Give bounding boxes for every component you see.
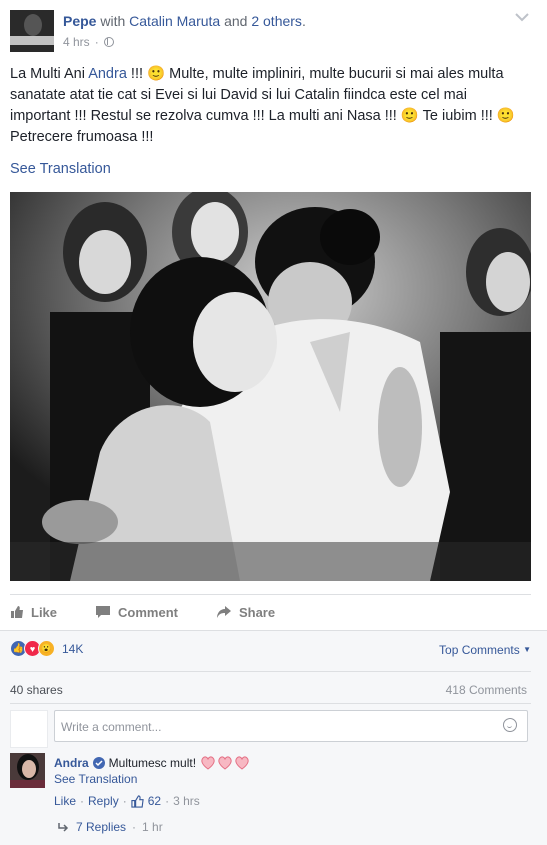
sep-dot: ·	[165, 794, 170, 808]
like-label: Like	[31, 604, 58, 620]
photo-content	[10, 192, 531, 581]
avatar-image	[10, 753, 45, 788]
commenter-name[interactable]: Andra	[54, 756, 89, 770]
top-comments-label: Top Comments	[439, 643, 520, 657]
sep-dot: ·	[80, 794, 85, 808]
divider	[10, 594, 531, 595]
comment-text: Multumesc mult!	[108, 756, 197, 770]
post-meta: 4 hrs ·	[63, 35, 114, 49]
view-replies-link[interactable]: 7 Replies · 1 hr	[58, 820, 163, 834]
post-text: La Multi Ani Andra !!! 🙂 Multe, multe im…	[10, 64, 530, 148]
comment-like-link[interactable]: Like	[54, 794, 76, 808]
author-avatar[interactable]	[10, 10, 54, 52]
comment-input[interactable]: Write a comment...	[54, 710, 528, 742]
comment-actions: Like · Reply · 62 · 3 hrs	[54, 794, 200, 808]
emoji-icon[interactable]	[503, 718, 517, 732]
with-text: with	[100, 13, 126, 29]
thumbs-up-icon	[131, 794, 144, 808]
sep-dot: ·	[122, 794, 127, 808]
tagged-person[interactable]: Catalin Maruta	[129, 13, 220, 29]
meta-dot: ·	[94, 35, 99, 49]
shares-count[interactable]: 40 shares	[10, 683, 63, 697]
comment-likes-count[interactable]: 62	[148, 794, 161, 808]
comment-placeholder: Write a comment...	[61, 720, 162, 734]
share-button[interactable]: Share	[216, 605, 275, 620]
verified-badge-icon	[92, 757, 105, 769]
and-text: and	[224, 13, 248, 29]
post-time[interactable]: 4 hrs	[63, 35, 90, 49]
author-name[interactable]: Pepe	[63, 13, 96, 29]
comment-button[interactable]: Comment	[95, 605, 178, 620]
comment-body: Andra Multumesc mult!	[54, 755, 250, 771]
reactions-summary[interactable]: 👍 ♥ 😮 14K	[10, 640, 83, 657]
hearts-emoji	[200, 755, 250, 771]
comment-time[interactable]: 3 hrs	[173, 794, 200, 808]
header-period: .	[301, 13, 306, 29]
post-text-start: La Multi Ani	[10, 66, 89, 82]
tagged-others[interactable]: 2 others	[251, 13, 302, 29]
share-label: Share	[238, 604, 276, 620]
wow-reaction-icon: 😮	[38, 640, 55, 657]
sep-dot: ·	[132, 820, 137, 834]
comment-see-translation[interactable]: See Translation	[54, 772, 137, 786]
replies-count: 7 Replies	[76, 820, 127, 834]
viewer-avatar	[10, 710, 48, 748]
dropdown-arrow-icon: ▼	[523, 645, 531, 654]
reactions-count: 14K	[62, 641, 84, 656]
replies-time: 1 hr	[142, 820, 163, 834]
comment-bubble-icon	[96, 606, 111, 618]
divider	[10, 703, 531, 704]
facebook-post: Pepe with Catalin Maruta and 2 others. 4…	[0, 0, 547, 845]
share-arrow-icon	[216, 606, 231, 618]
divider	[10, 671, 531, 672]
chevron-down-icon[interactable]	[515, 12, 529, 22]
divider	[0, 630, 547, 631]
globe-icon	[103, 37, 114, 47]
comment-label: Comment	[118, 604, 178, 620]
post-header: Pepe with Catalin Maruta and 2 others.	[63, 13, 306, 29]
top-comments-dropdown[interactable]: Top Comments ▼	[439, 643, 531, 657]
like-button[interactable]: Like	[10, 605, 57, 620]
post-photo[interactable]	[10, 192, 531, 581]
commenter-avatar[interactable]	[10, 753, 45, 788]
mention-andra[interactable]: Andra	[88, 66, 127, 82]
comment-reply-link[interactable]: Reply	[88, 794, 119, 808]
heart-icon	[201, 756, 249, 770]
post-actions: Like Comment Share	[10, 595, 531, 629]
thumbs-up-icon	[11, 606, 23, 618]
see-translation-link[interactable]: See Translation	[10, 161, 111, 177]
comments-count[interactable]: 418 Comments	[446, 683, 527, 697]
reply-arrow-icon	[58, 823, 69, 832]
